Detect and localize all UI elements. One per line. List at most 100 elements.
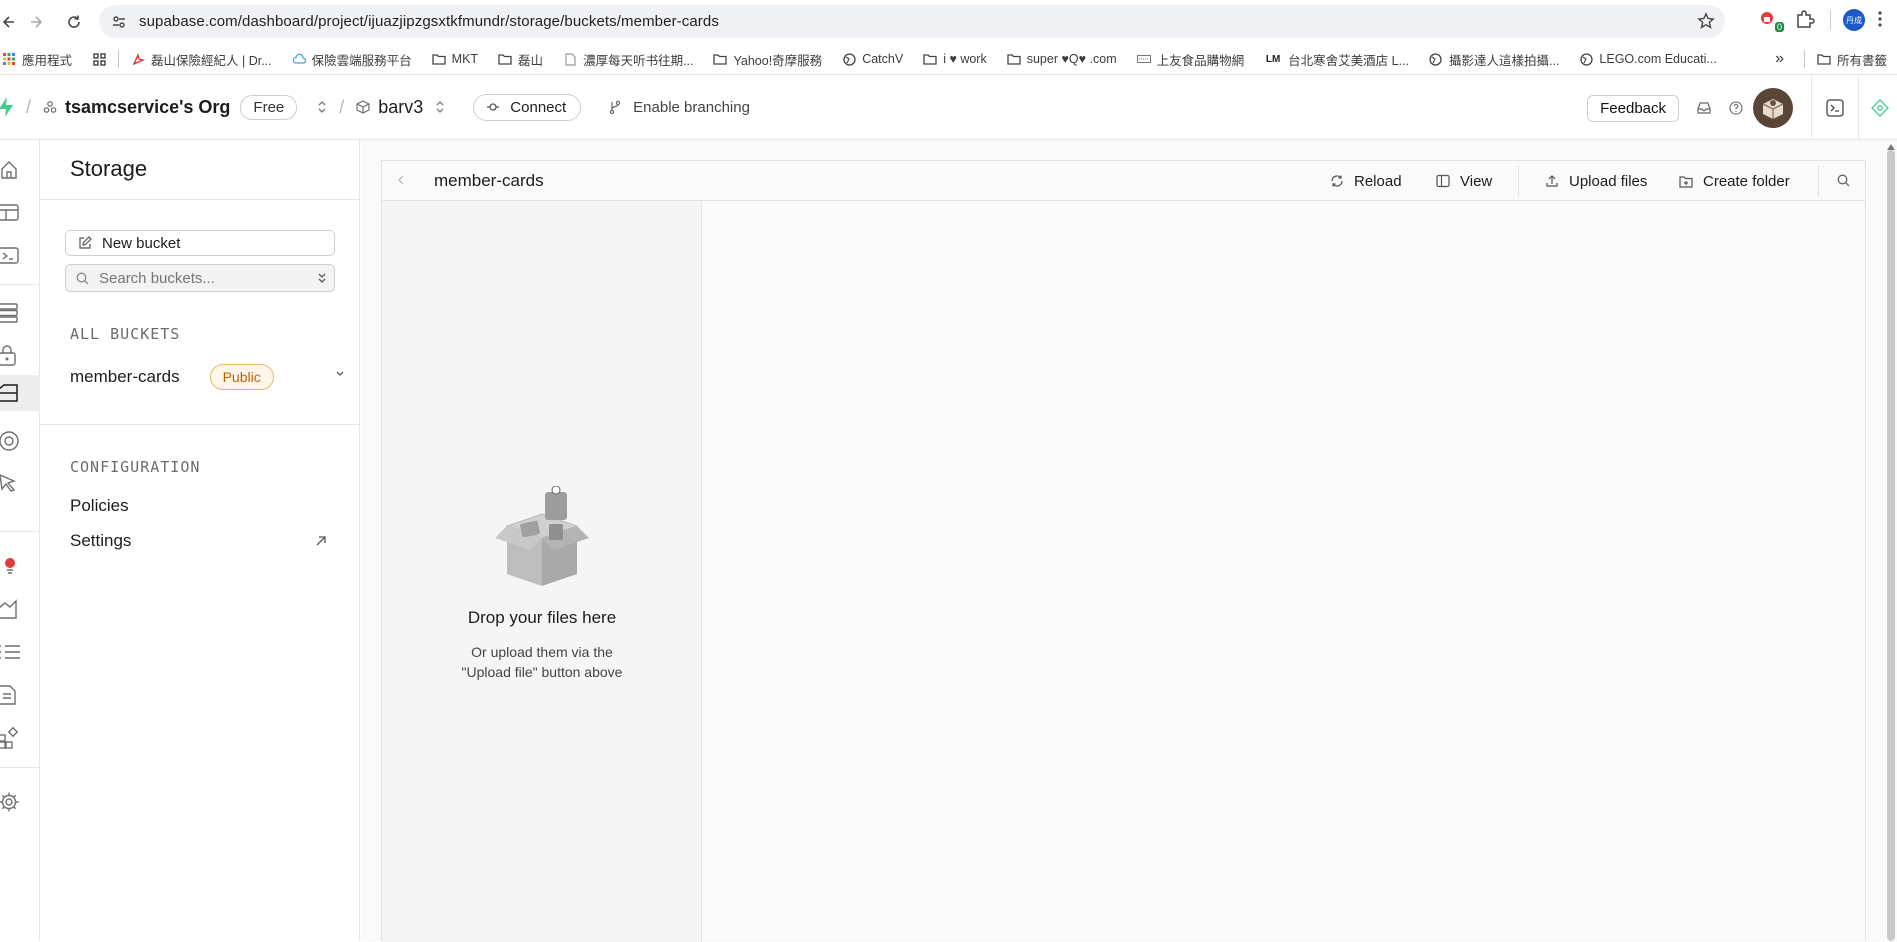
bookmark-item[interactable]: 攝影達人這樣拍攝... <box>1419 46 1569 72</box>
reload-button[interactable]: Reload <box>1330 168 1402 194</box>
explorer-toolbar: member-cards Reload View Upload files Cr… <box>382 161 1865 201</box>
bookmark-label: i ♥ work <box>943 52 987 66</box>
profile-avatar[interactable]: 丹成 <box>1843 9 1865 31</box>
bookmark-item[interactable]: 濃厚每天听书往期... <box>553 46 703 72</box>
bookmark-label: 應用程式 <box>22 53 73 68</box>
nav-settings-icon[interactable] <box>0 784 40 820</box>
globe-icon <box>1579 52 1593 66</box>
search-files-icon[interactable] <box>1837 174 1850 187</box>
nav-home-icon[interactable] <box>0 152 40 188</box>
create-folder-label: Create folder <box>1703 172 1790 190</box>
nav-edge-functions-icon[interactable] <box>0 423 40 459</box>
url-text: supabase.com/dashboard/project/ijuazjipz… <box>139 13 719 30</box>
bookmark-item[interactable]: CatchV <box>832 46 913 72</box>
nav-integrations-icon[interactable] <box>0 720 40 756</box>
assistant-icon[interactable] <box>1871 99 1889 117</box>
project-name[interactable]: barv3 <box>378 97 423 118</box>
reload-page-icon[interactable] <box>61 9 87 35</box>
bookmark-folder[interactable]: super ♥Q♥ .com <box>997 46 1127 72</box>
bucket-menu-chevron-icon[interactable] <box>335 370 345 378</box>
app-header: / tsamcservice's Org Free / barv3 Connec… <box>0 74 1897 141</box>
bookmarks-overflow-button[interactable]: » <box>1757 50 1802 68</box>
nav-logs-icon[interactable] <box>0 634 40 670</box>
main-content: member-cards Reload View Upload files Cr… <box>361 140 1897 942</box>
feedback-button[interactable]: Feedback <box>1587 94 1679 122</box>
bookmark-folder[interactable]: MKT <box>422 46 488 72</box>
empty-subtitle: Or upload them via the "Upload file" but… <box>382 642 702 682</box>
reload-label: Reload <box>1354 172 1402 190</box>
bookmark-item[interactable]: 保險雲端服務平台 <box>282 46 422 72</box>
folder-icon <box>1817 52 1831 66</box>
empty-box-illustration-icon <box>487 486 597 596</box>
inbox-icon[interactable] <box>1697 102 1711 114</box>
back-icon[interactable] <box>0 9 20 35</box>
search-buckets-field[interactable] <box>65 264 335 292</box>
nav-rail <box>0 140 40 941</box>
folder-icon <box>498 52 512 66</box>
bookmark-folder[interactable]: 磊山 <box>488 46 553 72</box>
view-button[interactable]: View <box>1436 168 1492 194</box>
policies-link[interactable]: Policies <box>70 496 129 516</box>
refresh-icon <box>1330 174 1344 188</box>
upload-files-button[interactable]: Upload files <box>1545 168 1647 194</box>
back-chevron-icon[interactable] <box>396 173 406 187</box>
plan-badge: Free <box>240 94 298 120</box>
extensions-puzzle-icon[interactable] <box>1794 8 1818 32</box>
terminal-icon[interactable] <box>1826 99 1844 117</box>
settings-link[interactable]: Settings <box>70 531 131 551</box>
nav-table-editor-icon[interactable] <box>0 195 40 231</box>
empty-title: Drop your files here <box>467 608 617 627</box>
project-switcher-icon[interactable] <box>435 100 445 114</box>
header-divider <box>1811 75 1812 141</box>
nav-realtime-icon[interactable] <box>0 465 40 501</box>
files-column[interactable]: Drop your files here Or upload them via … <box>382 201 702 942</box>
scrollbar-thumb[interactable] <box>1887 150 1895 941</box>
nav-api-docs-icon[interactable] <box>0 677 40 713</box>
empty-subtitle-line: Or upload them via the <box>471 644 613 660</box>
help-icon[interactable] <box>1729 101 1743 115</box>
nav-storage-icon[interactable] <box>0 375 40 411</box>
bookmark-label: CatchV <box>862 52 904 66</box>
bookmark-item[interactable]: 磊山保險經紀人 | Dr... <box>121 46 282 72</box>
bookmark-label: 磊山保險經紀人 | Dr... <box>151 53 272 68</box>
org-icon <box>43 100 57 114</box>
bookmark-apps[interactable]: 應用程式 <box>0 46 82 72</box>
bookmark-folder[interactable]: i ♥ work <box>913 46 997 72</box>
external-link-icon <box>315 535 327 547</box>
browser-menu-icon[interactable] <box>1877 9 1889 31</box>
plug-icon <box>486 102 500 112</box>
bookmark-label: 濃厚每天听书往期... <box>583 53 694 68</box>
bookmark-item[interactable]: 上友食品購物網 <box>1127 46 1255 72</box>
user-avatar[interactable] <box>1753 88 1793 128</box>
nav-sql-editor-icon[interactable] <box>0 238 40 274</box>
enable-branching-button[interactable]: Enable branching <box>609 99 750 116</box>
bucket-item-member-cards[interactable]: member-cards Public <box>70 362 345 392</box>
forward-icon[interactable] <box>25 9 51 35</box>
search-buckets-input[interactable] <box>99 269 299 287</box>
folder-plus-icon <box>1679 175 1693 188</box>
bookmark-grid[interactable] <box>82 46 116 72</box>
bookmark-star-icon[interactable] <box>1697 12 1715 30</box>
address-bar[interactable]: supabase.com/dashboard/project/ijuazjipz… <box>99 5 1725 38</box>
sort-chevron-icon[interactable] <box>316 271 328 285</box>
new-bucket-button[interactable]: New bucket <box>65 230 335 256</box>
nav-reports-icon[interactable] <box>0 591 40 627</box>
connect-button[interactable]: Connect <box>473 93 582 121</box>
org-name[interactable]: tsamcservice's Org <box>65 97 230 118</box>
extension-icon[interactable]: 0 <box>1758 8 1784 32</box>
grid-icon <box>92 52 106 66</box>
all-bookmarks-folder[interactable]: 所有書籤 <box>1807 46 1897 72</box>
site-info-icon[interactable] <box>109 12 129 32</box>
nav-advisors-icon[interactable] <box>0 548 40 584</box>
bookmark-folder[interactable]: Yahoo!奇摩服務 <box>703 46 832 72</box>
bookmark-item[interactable]: LM 台北寒舍艾美酒店 L... <box>1254 46 1419 72</box>
create-folder-button[interactable]: Create folder <box>1679 168 1790 194</box>
supabase-logo-icon[interactable] <box>0 97 14 117</box>
nav-auth-icon[interactable] <box>0 338 40 374</box>
nav-database-icon[interactable] <box>0 295 40 331</box>
bookmark-divider <box>1803 50 1805 68</box>
empty-subtitle-line: "Upload file" button above <box>461 664 623 680</box>
extensions-area: 0 丹成 <box>1758 8 1897 32</box>
org-switcher-icon[interactable] <box>317 100 327 114</box>
bookmark-item[interactable]: LEGO.com Educati... <box>1569 46 1726 72</box>
